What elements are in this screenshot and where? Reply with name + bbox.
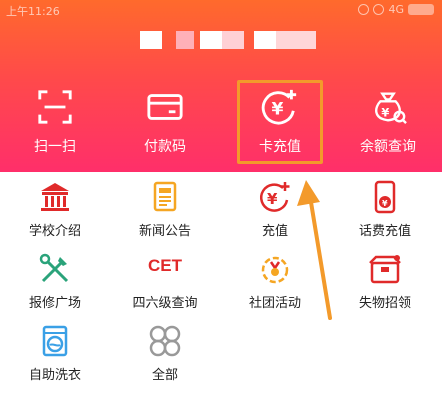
mask-block [276, 31, 316, 49]
service-label: 四六级查询 [132, 296, 198, 311]
mask-block [200, 31, 222, 49]
lost-found-box-icon [369, 255, 401, 284]
service-label: 社团活动 [248, 296, 301, 311]
service-lost-found[interactable]: 失物招领 [330, 244, 440, 314]
service-all[interactable]: 全部 [110, 316, 220, 386]
service-recharge[interactable]: ¥ 充值 [220, 172, 330, 242]
yuan-plus-icon: ¥ [259, 182, 290, 212]
status-bar: 上午11:26 4G [0, 0, 442, 20]
scan-label: 扫一扫 [34, 139, 76, 155]
scan-icon [38, 90, 72, 124]
repair-tools-icon [39, 253, 69, 283]
club-activity-icon [261, 256, 289, 284]
service-repair[interactable]: 报修广场 [0, 244, 110, 314]
clock-icon [373, 4, 385, 15]
battery-icon [408, 4, 434, 15]
school-building-icon [41, 183, 69, 211]
payment-card-icon [147, 94, 183, 120]
payment-code-label: 付款码 [144, 139, 186, 155]
services-grid: 学校介绍 新闻公告 ¥ 充值 ¥ 话费充值 报修广场 CET 四六级查询 社团活… [0, 172, 442, 393]
mask-block [140, 31, 162, 49]
service-school-intro[interactable]: 学校介绍 [0, 172, 110, 242]
highlight-box [237, 80, 323, 164]
balance-query-label: 余额查询 [360, 139, 416, 155]
all-apps-icon [149, 325, 181, 357]
news-icon [153, 181, 177, 212]
money-bag-icon: ¥ [375, 92, 407, 124]
service-label: 充值 [261, 224, 288, 239]
service-news[interactable]: 新闻公告 [110, 172, 220, 242]
service-club-activity[interactable]: 社团活动 [220, 244, 330, 314]
status-time: 上午11:26 [6, 5, 60, 18]
header-banner: 上午11:26 4G 扫一扫 付款码 ¥ 卡充值 ¥ 余额查询 [0, 0, 442, 172]
payment-code-button[interactable]: 付款码 [115, 80, 215, 160]
service-label: 自助洗衣 [28, 368, 81, 383]
service-label: 话费充值 [358, 224, 411, 239]
status-icons: 4G [358, 3, 434, 16]
service-label: 新闻公告 [138, 224, 191, 239]
washing-machine-icon [42, 325, 68, 357]
service-label: 失物招领 [358, 296, 411, 311]
svg-text:¥: ¥ [381, 106, 389, 120]
masked-account-title [140, 31, 316, 51]
alarm-icon [358, 4, 370, 15]
mask-block [176, 31, 194, 49]
network-label: 4G [388, 3, 404, 16]
service-self-laundry[interactable]: 自助洗衣 [0, 316, 110, 386]
svg-text:¥: ¥ [382, 199, 388, 208]
scan-button[interactable]: 扫一扫 [5, 80, 105, 160]
svg-text:¥: ¥ [267, 190, 278, 208]
mask-block [254, 31, 276, 49]
service-cet-query[interactable]: CET 四六级查询 [110, 244, 220, 314]
service-label: 全部 [151, 368, 178, 383]
balance-query-button[interactable]: ¥ 余额查询 [338, 80, 438, 160]
phone-recharge-icon: ¥ [374, 180, 396, 214]
cet-icon: CET [148, 256, 182, 275]
mask-block [222, 31, 244, 49]
service-phone-recharge[interactable]: ¥ 话费充值 [330, 172, 440, 242]
service-label: 学校介绍 [28, 224, 81, 239]
service-label: 报修广场 [28, 296, 81, 311]
quick-actions-row: 扫一扫 付款码 ¥ 卡充值 ¥ 余额查询 [0, 80, 442, 160]
